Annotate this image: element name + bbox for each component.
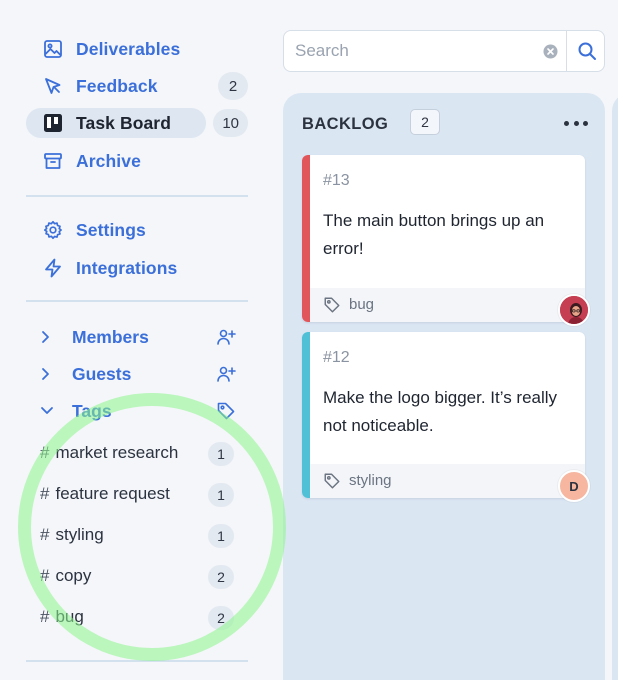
sidebar-item-feedback[interactable]: Feedback 2 (26, 71, 248, 101)
bolt-icon (42, 257, 64, 279)
tag-item-feature-request[interactable]: # feature request 1 (40, 480, 234, 508)
hash-symbol: # (40, 566, 50, 585)
tag-count: 2 (208, 565, 234, 589)
sidebar-item-integrations[interactable]: Integrations (26, 253, 206, 283)
tag-count: 2 (208, 606, 234, 630)
card-title: Make the logo bigger. It’s really not no… (323, 388, 558, 435)
hash-symbol: # (40, 443, 50, 462)
card-color-stripe (302, 332, 310, 498)
search-icon (578, 42, 596, 60)
hash-symbol: # (40, 525, 50, 544)
tag-item-market-research[interactable]: # market research 1 (40, 439, 234, 467)
search-separator (566, 31, 567, 71)
board-column-backlog: BACKLOG 2 #13 The main button brings up … (283, 93, 605, 680)
sidebar: Deliverables Feedback 2 Task Board 10 Ar… (0, 0, 270, 680)
image-icon (42, 38, 64, 60)
section-label: Guests (72, 363, 132, 384)
sidebar-item-label: Feedback (76, 75, 158, 96)
tag-name: feature request (55, 484, 170, 503)
card-footer: bug (310, 288, 585, 322)
card-color-stripe (302, 155, 310, 322)
sidebar-item-task-board[interactable]: Task Board 10 (26, 108, 248, 138)
card-footer: styling (310, 464, 585, 498)
sidebar-divider (26, 195, 248, 197)
tag-item-copy[interactable]: # copy 2 (40, 562, 234, 590)
card-id: #12 (323, 349, 350, 366)
tag-name: market research (55, 443, 179, 462)
sidebar-item-archive[interactable]: Archive (26, 146, 206, 176)
section-guests[interactable]: Guests (40, 360, 240, 388)
tag-item-styling[interactable]: # styling 1 (40, 521, 234, 549)
tag-name: styling (55, 525, 104, 544)
assignee-avatar[interactable]: D (558, 470, 590, 502)
search-bar (283, 30, 605, 72)
task-board-count-badge: 10 (213, 109, 248, 137)
section-label: Members (72, 326, 149, 347)
section-label: Tags (72, 400, 112, 421)
more-options-icon[interactable] (562, 113, 590, 133)
card-id: #13 (323, 172, 350, 189)
archive-icon (42, 150, 64, 172)
clear-icon[interactable] (543, 44, 558, 59)
tag-icon[interactable] (216, 401, 236, 421)
chevron-right-icon (40, 367, 56, 381)
card-title: The main button brings up an error! (323, 211, 545, 258)
tag-count: 1 (208, 483, 234, 507)
assignee-avatar[interactable] (558, 294, 590, 326)
column-title: BACKLOG (302, 115, 389, 133)
card-tag-label: styling (349, 472, 392, 489)
search-button[interactable] (568, 31, 605, 71)
tag-icon (323, 296, 341, 314)
feedback-count-badge: 2 (218, 72, 248, 100)
chevron-down-icon (40, 405, 56, 417)
sidebar-item-label: Integrations (76, 257, 178, 278)
cursor-icon (42, 75, 64, 97)
hash-symbol: # (40, 484, 50, 503)
sidebar-item-label: Deliverables (76, 38, 181, 59)
card-tag-label: bug (349, 296, 375, 313)
tag-name: bug (55, 607, 84, 626)
board-icon (42, 112, 64, 134)
sidebar-item-label: Task Board (76, 112, 172, 133)
section-members[interactable]: Members (40, 323, 240, 351)
sidebar-item-label: Archive (76, 150, 141, 171)
add-user-icon[interactable] (216, 364, 236, 384)
task-card[interactable]: #13 The main button brings up an error! … (302, 155, 585, 322)
search-input[interactable] (295, 41, 535, 61)
sidebar-divider (26, 300, 248, 302)
sidebar-item-settings[interactable]: Settings (26, 215, 206, 245)
tag-count: 1 (208, 442, 234, 466)
sidebar-divider (26, 660, 248, 662)
app-root: Deliverables Feedback 2 Task Board 10 Ar… (0, 0, 618, 680)
tag-item-bug[interactable]: # bug 2 (40, 603, 234, 631)
sidebar-item-label: Settings (76, 219, 146, 240)
gear-icon (42, 219, 64, 241)
tag-name: copy (55, 566, 92, 585)
task-card[interactable]: #12 Make the logo bigger. It’s really no… (302, 332, 585, 498)
add-user-icon[interactable] (216, 327, 236, 347)
hash-symbol: # (40, 607, 50, 626)
board-column-next (612, 93, 618, 680)
tag-count: 1 (208, 524, 234, 548)
chevron-right-icon (40, 330, 56, 344)
tag-icon (323, 472, 341, 490)
sidebar-item-deliverables[interactable]: Deliverables (26, 34, 206, 64)
column-count-badge: 2 (410, 109, 440, 135)
section-tags[interactable]: Tags (40, 397, 240, 425)
